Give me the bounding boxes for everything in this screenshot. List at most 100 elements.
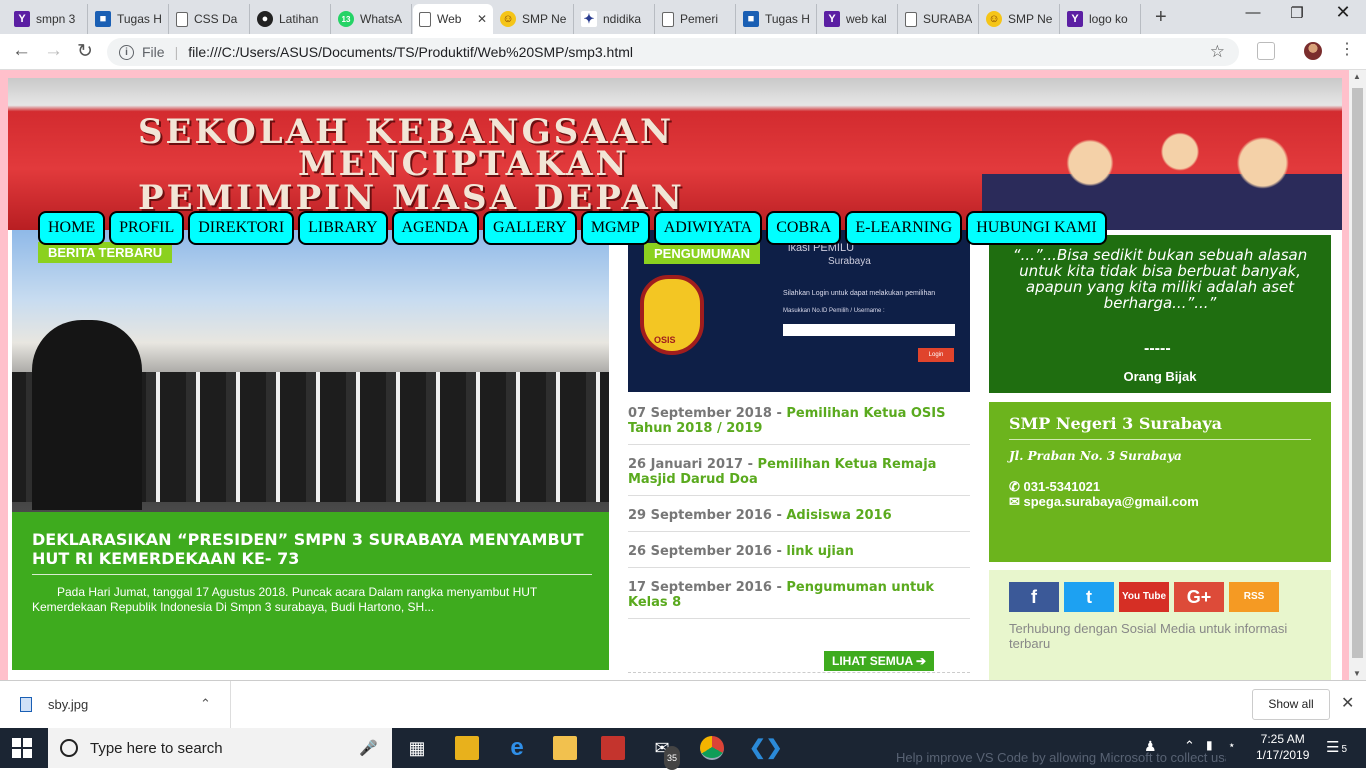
browser-tab[interactable]: Yweb kal: [818, 4, 898, 34]
reload-icon[interactable]: ↻: [77, 40, 93, 63]
microphone-icon[interactable]: 🎤: [359, 739, 378, 757]
announcement-item[interactable]: 07 September 2018 - Pemilihan Ketua OSIS…: [628, 402, 970, 445]
show-all-button[interactable]: Show all: [1252, 689, 1330, 720]
nav-item-home[interactable]: HOME: [38, 211, 106, 245]
announcement-tag: PENGUMUMAN: [644, 243, 761, 264]
wifi-icon[interactable]: ⋆: [1228, 738, 1236, 752]
url-text[interactable]: file:///C:/Users/ASUS/Documents/TS/Produ…: [188, 44, 633, 60]
maximize-button[interactable]: ❐: [1274, 4, 1320, 22]
people-icon[interactable]: ♟: [1144, 738, 1157, 755]
nav-item-hubungi-kami[interactable]: HUBUNGI KAMI: [966, 211, 1107, 245]
back-icon[interactable]: ←: [12, 40, 31, 62]
battery-icon[interactable]: ▮: [1206, 738, 1213, 752]
bookmark-star-icon[interactable]: ☆: [1210, 42, 1225, 62]
browser-tab[interactable]: ☺ SMP Ne: [494, 4, 574, 34]
close-download-bar-icon[interactable]: ✕: [1341, 693, 1354, 713]
nav-item-profil[interactable]: PROFIL: [109, 211, 185, 245]
store-icon[interactable]: [455, 736, 479, 760]
tab-label: SMP Ne: [522, 12, 567, 26]
taskbar-search[interactable]: Type here to search 🎤: [48, 728, 392, 768]
edge-icon[interactable]: e: [505, 736, 529, 760]
github-icon: ●: [257, 11, 273, 27]
emblem-icon: ✦: [581, 11, 597, 27]
browser-tab[interactable]: ■ Tugas H: [89, 4, 169, 34]
announcement-item[interactable]: 26 Januari 2017 - Pemilihan Ketua Remaja…: [628, 453, 970, 496]
login-field-label: Masukkan No.ID Pemilih / Username :: [783, 308, 885, 314]
announcement-date: 26 Januari 2017: [628, 457, 744, 472]
email-address[interactable]: spega.surabaya@gmail.com: [1024, 494, 1199, 509]
nav-item-library[interactable]: LIBRARY: [298, 211, 388, 245]
gift-app-icon[interactable]: [601, 736, 625, 760]
info-icon[interactable]: i: [119, 44, 134, 60]
browser-tab[interactable]: ☺ SMP Ne: [980, 4, 1060, 34]
browser-tab[interactable]: Ylogo ko: [1061, 4, 1141, 34]
announcement-separator: -: [771, 580, 787, 595]
rss-icon[interactable]: RSS: [1229, 582, 1279, 612]
download-bar: sby.jpg ⌃ Show all ✕: [0, 680, 1366, 729]
twitter-icon[interactable]: t: [1064, 582, 1114, 612]
scroll-down-icon[interactable]: ▼: [1353, 669, 1361, 678]
nav-item-adiwiyata[interactable]: ADIWIYATA: [653, 211, 763, 245]
announcement-item[interactable]: 26 September 2016 - link ujian: [628, 540, 970, 568]
nav-item-cobra[interactable]: COBRA: [766, 211, 842, 245]
news-photo[interactable]: [12, 230, 609, 512]
new-tab-button[interactable]: +: [1155, 6, 1167, 29]
close-tab-icon[interactable]: ✕: [477, 12, 487, 26]
latest-news-card[interactable]: BERITA TERBARU DEKLARASIKAN “PRESIDEN” S…: [12, 230, 609, 670]
nav-item-gallery[interactable]: GALLERY: [483, 211, 577, 245]
browser-tab[interactable]: ● Latihan: [251, 4, 331, 34]
nav-item-agenda[interactable]: AGENDA: [391, 211, 480, 245]
file-explorer-icon[interactable]: [553, 736, 577, 760]
youtube-icon[interactable]: You Tube: [1119, 582, 1169, 612]
browser-tab[interactable]: 13 WhatsA: [332, 4, 412, 34]
facebook-icon[interactable]: f: [1009, 582, 1059, 612]
forward-icon[interactable]: →: [44, 40, 63, 62]
action-center-icon[interactable]: ☰ 5: [1326, 738, 1347, 756]
page-icon: [905, 11, 917, 27]
scroll-up-icon[interactable]: ▲: [1353, 72, 1361, 81]
view-all-button[interactable]: LIHAT SEMUA ➔: [824, 651, 935, 671]
windows-start-icon[interactable]: [12, 738, 32, 758]
news-headline[interactable]: DEKLARASIKAN “PRESIDEN” SMPN 3 SURABAYA …: [32, 530, 602, 568]
menu-kebab-icon[interactable]: ⋮: [1338, 42, 1356, 60]
announcement-item[interactable]: 29 September 2016 - Adisiswa 2016: [628, 504, 970, 532]
announcement-footer-divider: [628, 672, 970, 673]
announcement-title[interactable]: Adisiswa 2016: [786, 508, 891, 523]
announcement-item[interactable]: 17 September 2016 - Pengumuman untuk Kel…: [628, 576, 970, 619]
minimize-button[interactable]: —: [1230, 4, 1276, 21]
close-window-button[interactable]: ✕: [1320, 2, 1366, 23]
vscode-icon[interactable]: ❮❯: [749, 736, 783, 760]
profile-icon: ■: [95, 11, 111, 27]
browser-tab[interactable]: ✦ ndidika: [575, 4, 655, 34]
phone-number[interactable]: 031-5341021: [1024, 479, 1101, 494]
page-scrollbar[interactable]: ▲ ▼: [1349, 70, 1366, 680]
address-bar[interactable]: i File | file:///C:/Users/ASUS/Documents…: [107, 38, 1239, 66]
address-divider: |: [174, 44, 179, 60]
download-item[interactable]: sby.jpg: [20, 697, 88, 712]
quote-text: “...”...Bisa sedikit bukan sebuah alasan…: [1012, 246, 1308, 312]
nav-item-e-learning[interactable]: E-LEARNING: [845, 211, 963, 245]
browser-tab[interactable]: Web ✕: [413, 4, 493, 34]
browser-tab[interactable]: Pemeri: [656, 4, 736, 34]
googleplus-icon[interactable]: G+: [1174, 582, 1224, 612]
browser-tab[interactable]: Ysmpn 3: [8, 4, 88, 34]
task-view-icon[interactable]: ▦: [405, 736, 429, 760]
tab-label: logo ko: [1089, 12, 1128, 26]
system-clock[interactable]: 7:25 AM 1/17/2019: [1256, 731, 1309, 763]
chrome-icon[interactable]: [700, 736, 724, 760]
download-filename[interactable]: sby.jpg: [48, 697, 88, 712]
browser-tab[interactable]: CSS Da: [170, 4, 250, 34]
profile-avatar[interactable]: [1304, 42, 1322, 60]
announcement-title[interactable]: link ujian: [786, 544, 854, 559]
extension-icon[interactable]: [1257, 42, 1275, 60]
browser-tab[interactable]: SURABA: [899, 4, 979, 34]
nav-item-direktori[interactable]: DIREKTORI: [188, 211, 295, 245]
scrollbar-thumb[interactable]: [1352, 88, 1363, 658]
chevron-up-icon[interactable]: ⌃: [1184, 738, 1195, 754]
nav-item-mgmp[interactable]: MGMP: [580, 211, 650, 245]
chevron-up-icon[interactable]: ⌃: [200, 696, 211, 712]
page-icon: [176, 11, 188, 27]
news-excerpt: Pada Hari Jumat, tanggal 17 Agustus 2018…: [32, 585, 538, 614]
browser-tab[interactable]: ■ Tugas H: [737, 4, 817, 34]
mail-icon[interactable]: ✉ 35: [650, 736, 681, 770]
